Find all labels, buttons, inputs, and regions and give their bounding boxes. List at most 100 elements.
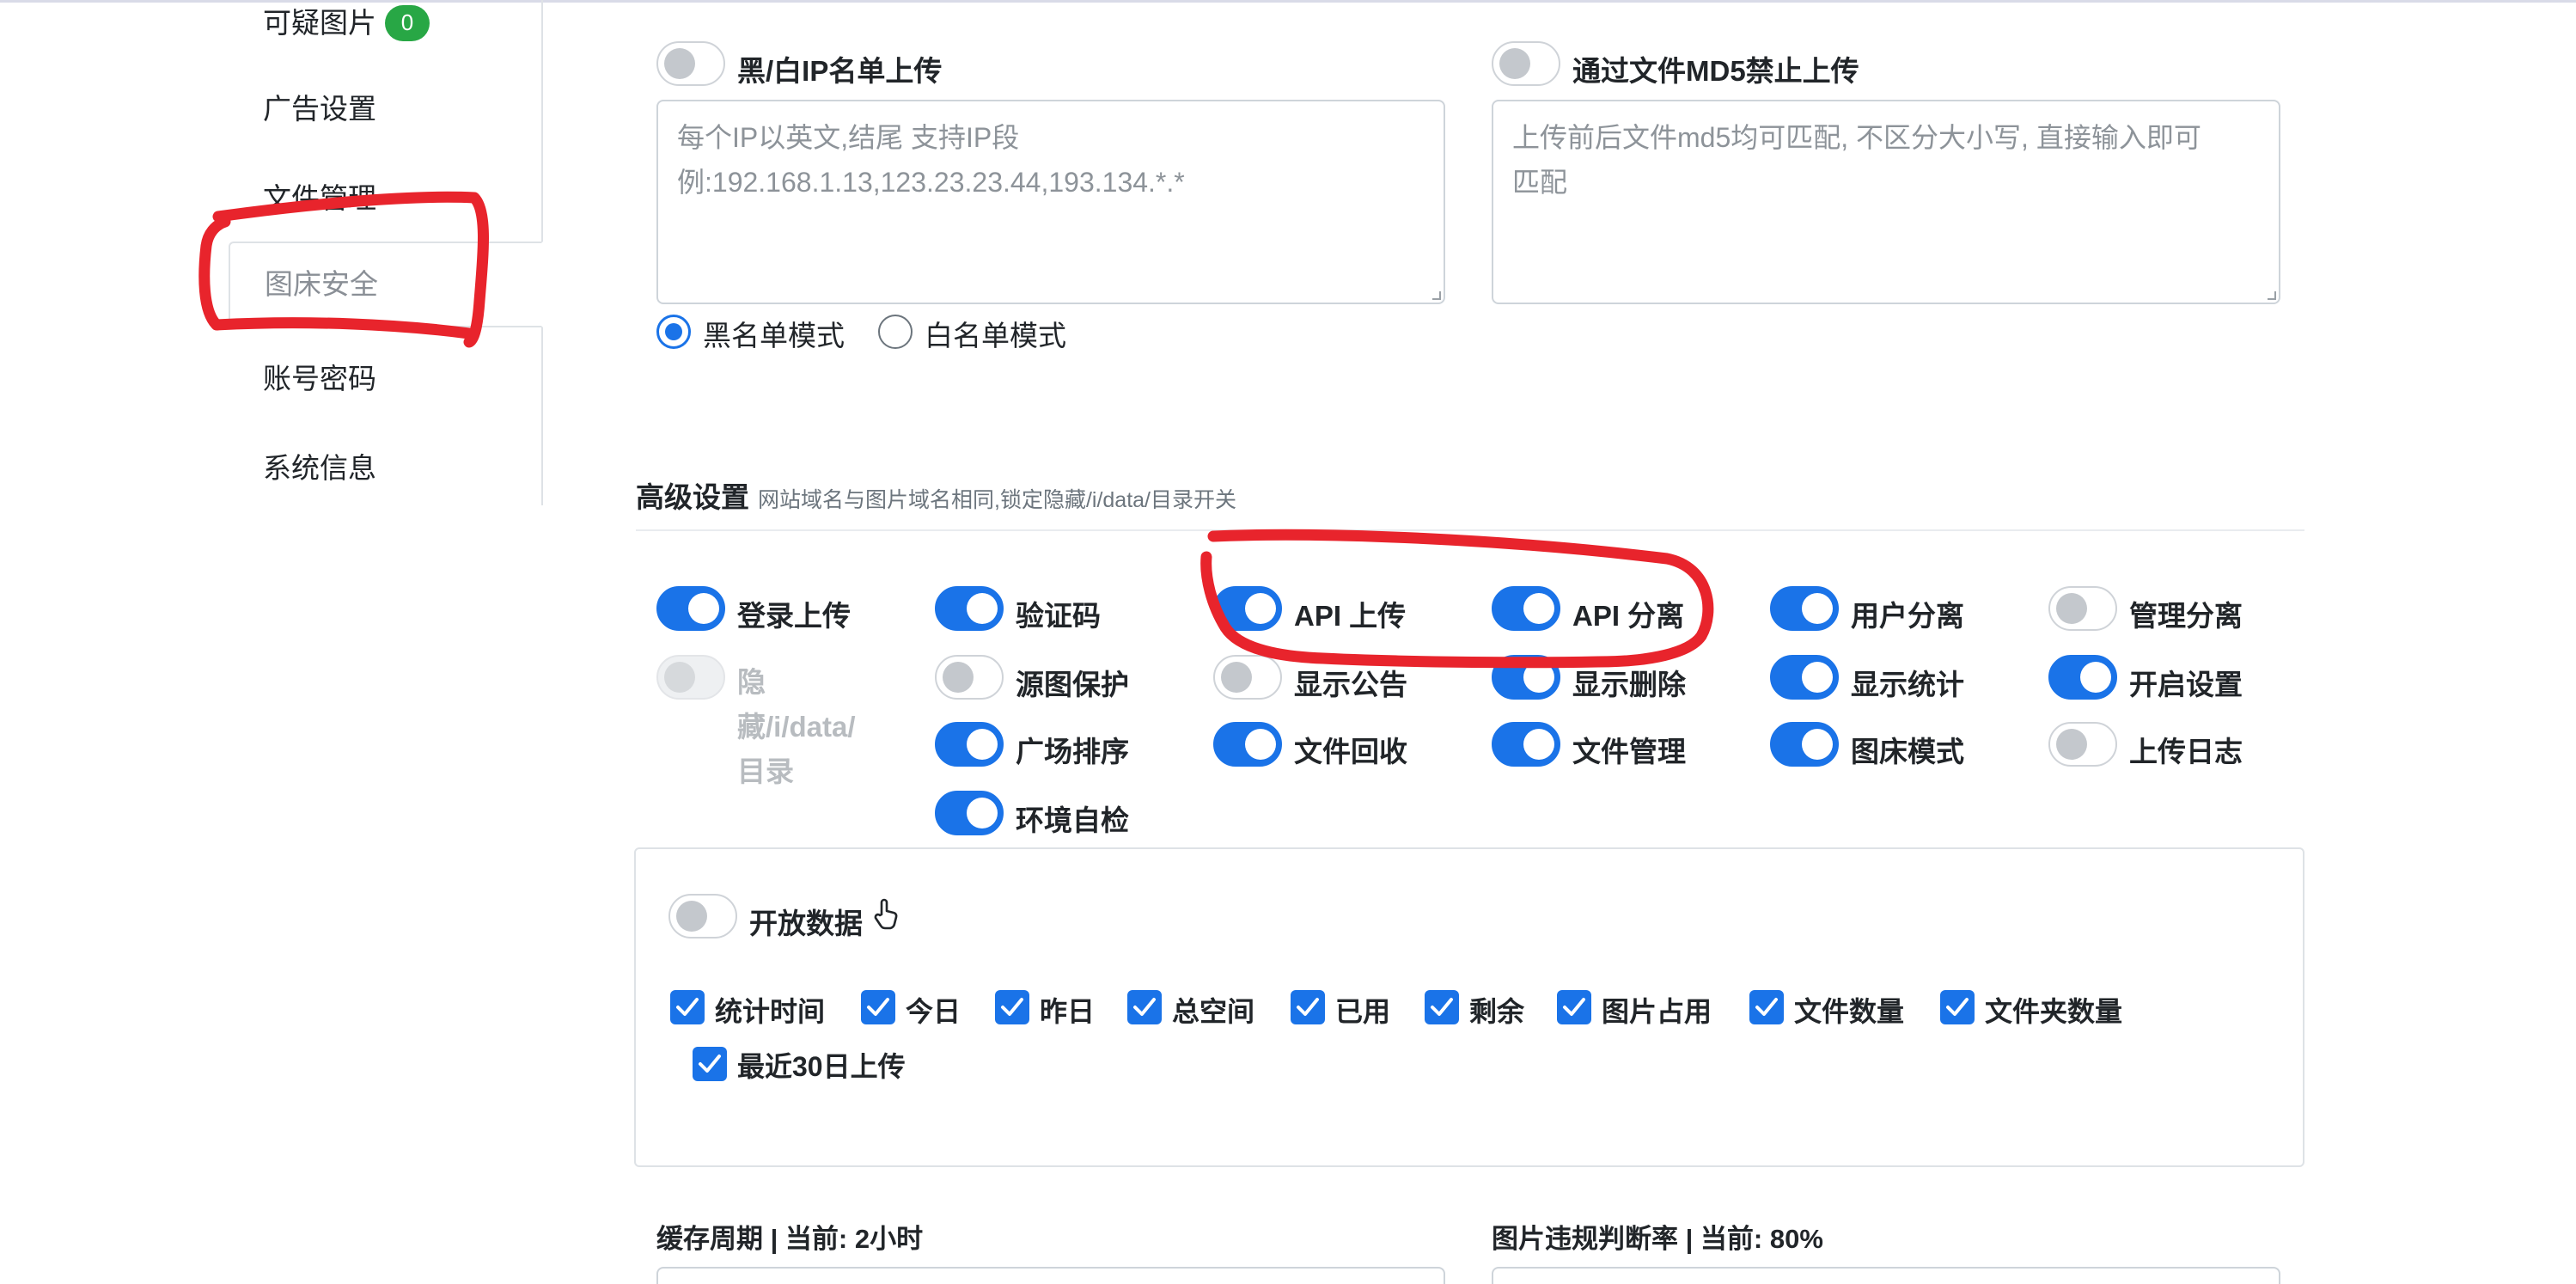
toggle-knob — [1523, 593, 1554, 624]
toggle-label: 上传日志 — [2129, 736, 2243, 767]
blacklist-mode-radio[interactable] — [656, 315, 691, 349]
checkbox-label[interactable]: 最近30日上传 — [737, 1045, 906, 1085]
sidebar-item-ad-settings[interactable]: 广告设置 — [263, 86, 376, 127]
toggle-api-upload[interactable] — [1213, 586, 1282, 631]
toggle-show-stats[interactable] — [1770, 655, 1839, 700]
sidebar-item-file-management[interactable]: 文件管理 — [263, 175, 376, 217]
md5-placeholder-line2: 匹配 — [1512, 167, 1568, 198]
toggle-knob — [967, 593, 998, 624]
toggle-image-host-mode[interactable] — [1770, 722, 1839, 767]
toggle-knob — [664, 48, 695, 79]
toggle-label: 登录上传 — [737, 600, 851, 632]
blacklist-mode-label[interactable]: 黑名单模式 — [703, 313, 845, 354]
label-line: 目录 — [737, 755, 794, 787]
ip-list-toggle[interactable] — [656, 41, 725, 86]
toggle-knob — [943, 662, 974, 693]
toggle-knob — [676, 901, 707, 932]
toggle-file-management[interactable] — [1492, 722, 1560, 767]
checkbox-stat-time[interactable] — [670, 990, 705, 1024]
toggle-square-sort[interactable] — [935, 722, 1004, 767]
section-title: 高级设置 — [636, 481, 749, 513]
toggle-knob — [1245, 593, 1276, 624]
toggle-upload-log[interactable] — [2048, 722, 2117, 767]
toggle-knob — [1523, 729, 1554, 760]
resize-grip-icon[interactable] — [1432, 291, 1441, 300]
checkbox-label[interactable]: 今日 — [906, 990, 961, 1030]
md5-block-label: 通过文件MD5禁止上传 — [1572, 55, 1859, 87]
sidebar-item-system-info[interactable]: 系统信息 — [263, 445, 376, 486]
toggle-env-check[interactable] — [935, 791, 1004, 835]
toggle-knob — [2080, 662, 2111, 693]
toggle-user-separation[interactable] — [1770, 586, 1839, 631]
toggle-show-delete[interactable] — [1492, 655, 1560, 700]
violation-rate-input[interactable] — [1492, 1267, 2280, 1284]
checkbox-remaining[interactable] — [1425, 990, 1459, 1024]
toggle-open-data[interactable] — [668, 894, 737, 939]
toggle-label: 管理分离 — [2129, 600, 2243, 632]
toggle-label: API 分离 — [1572, 600, 1685, 632]
checkbox-file-count[interactable] — [1749, 990, 1784, 1024]
toggle-label: API 上传 — [1294, 600, 1407, 632]
toggle-knob — [2056, 729, 2087, 760]
toggle-admin-separation[interactable] — [2048, 586, 2117, 631]
checkbox-today[interactable] — [861, 990, 895, 1024]
toggle-file-recycle[interactable] — [1213, 722, 1282, 767]
cache-period-input[interactable] — [656, 1267, 1445, 1284]
toggle-knob — [688, 593, 719, 624]
sidebar-item-label: 可疑图片 — [263, 7, 376, 39]
whitelist-mode-label[interactable]: 白名单模式 — [925, 313, 1066, 354]
toggle-enable-settings[interactable] — [2048, 655, 2117, 700]
checkbox-last-30-days[interactable] — [693, 1047, 727, 1081]
checkbox-yesterday[interactable] — [995, 990, 1029, 1024]
sidebar-item-account-password[interactable]: 账号密码 — [263, 356, 376, 397]
ip-list-textarea[interactable]: 每个IP以英文,结尾 支持IP段 例:192.168.1.13,123.23.2… — [656, 100, 1445, 304]
toggle-knob — [967, 729, 998, 760]
toggle-label: 显示删除 — [1572, 669, 1686, 700]
toggle-knob — [2056, 593, 2087, 624]
ip-placeholder-line2: 例:192.168.1.13,123.23.23.44,193.134.*.* — [677, 167, 1185, 198]
section-divider — [636, 529, 2304, 531]
md5-placeholder-line1: 上传前后文件md5均可匹配, 不区分大小写, 直接输入即可 — [1512, 122, 2201, 153]
toggle-label: 图床模式 — [1851, 736, 1964, 767]
checkbox-image-usage[interactable] — [1557, 990, 1591, 1024]
toggle-label: 广场排序 — [1016, 736, 1129, 767]
toggle-captcha[interactable] — [935, 586, 1004, 631]
sidebar-item-suspicious-images[interactable]: 可疑图片 0 — [263, 0, 430, 41]
resize-grip-icon[interactable] — [2268, 291, 2276, 300]
toggle-label: 显示公告 — [1294, 669, 1407, 700]
checkbox-label[interactable]: 总空间 — [1172, 990, 1254, 1030]
checkbox-label[interactable]: 文件数量 — [1794, 990, 1904, 1030]
hide-data-dir-label: 隐 藏/i/data/ 目录 — [737, 660, 856, 794]
toggle-hide-data-dir[interactable] — [656, 655, 725, 700]
checkbox-label[interactable]: 文件夹数量 — [1985, 990, 2122, 1030]
sidebar-item-security[interactable]: 图床安全 — [229, 242, 543, 327]
violation-rate-label: 图片违规判断率 | 当前: 80% — [1492, 1224, 1823, 1254]
checkbox-label[interactable]: 图片占用 — [1602, 990, 1712, 1030]
toggle-label: 用户分离 — [1851, 600, 1964, 632]
toggle-knob — [664, 662, 695, 693]
toggle-label: 显示统计 — [1851, 669, 1964, 700]
toggle-knob — [1245, 729, 1276, 760]
toggle-label: 验证码 — [1016, 600, 1101, 632]
checkbox-label[interactable]: 统计时间 — [715, 990, 825, 1030]
whitelist-mode-radio[interactable] — [878, 315, 913, 349]
md5-block-toggle[interactable] — [1492, 41, 1560, 86]
toggle-knob — [1499, 48, 1530, 79]
toggle-show-notice[interactable] — [1213, 655, 1282, 700]
checkbox-used[interactable] — [1291, 990, 1325, 1024]
toggle-label: 文件管理 — [1572, 736, 1686, 767]
toggle-login-upload[interactable] — [656, 586, 725, 631]
checkbox-label[interactable]: 昨日 — [1040, 990, 1095, 1030]
checkbox-total-space[interactable] — [1127, 990, 1162, 1024]
md5-textarea[interactable]: 上传前后文件md5均可匹配, 不区分大小写, 直接输入即可 匹配 — [1492, 100, 2280, 304]
label-line: 隐 — [737, 666, 766, 698]
open-data-label: 开放数据 — [749, 908, 863, 939]
checkbox-label[interactable]: 剩余 — [1469, 990, 1524, 1030]
toggle-knob — [967, 798, 998, 828]
checkbox-label[interactable]: 已用 — [1335, 990, 1390, 1030]
toggle-api-separation[interactable] — [1492, 586, 1560, 631]
toggle-source-protect[interactable] — [935, 655, 1004, 700]
cache-period-label: 缓存周期 | 当前: 2小时 — [656, 1224, 924, 1254]
hand-pointer-icon[interactable] — [871, 897, 902, 932]
checkbox-folder-count[interactable] — [1940, 990, 1975, 1024]
